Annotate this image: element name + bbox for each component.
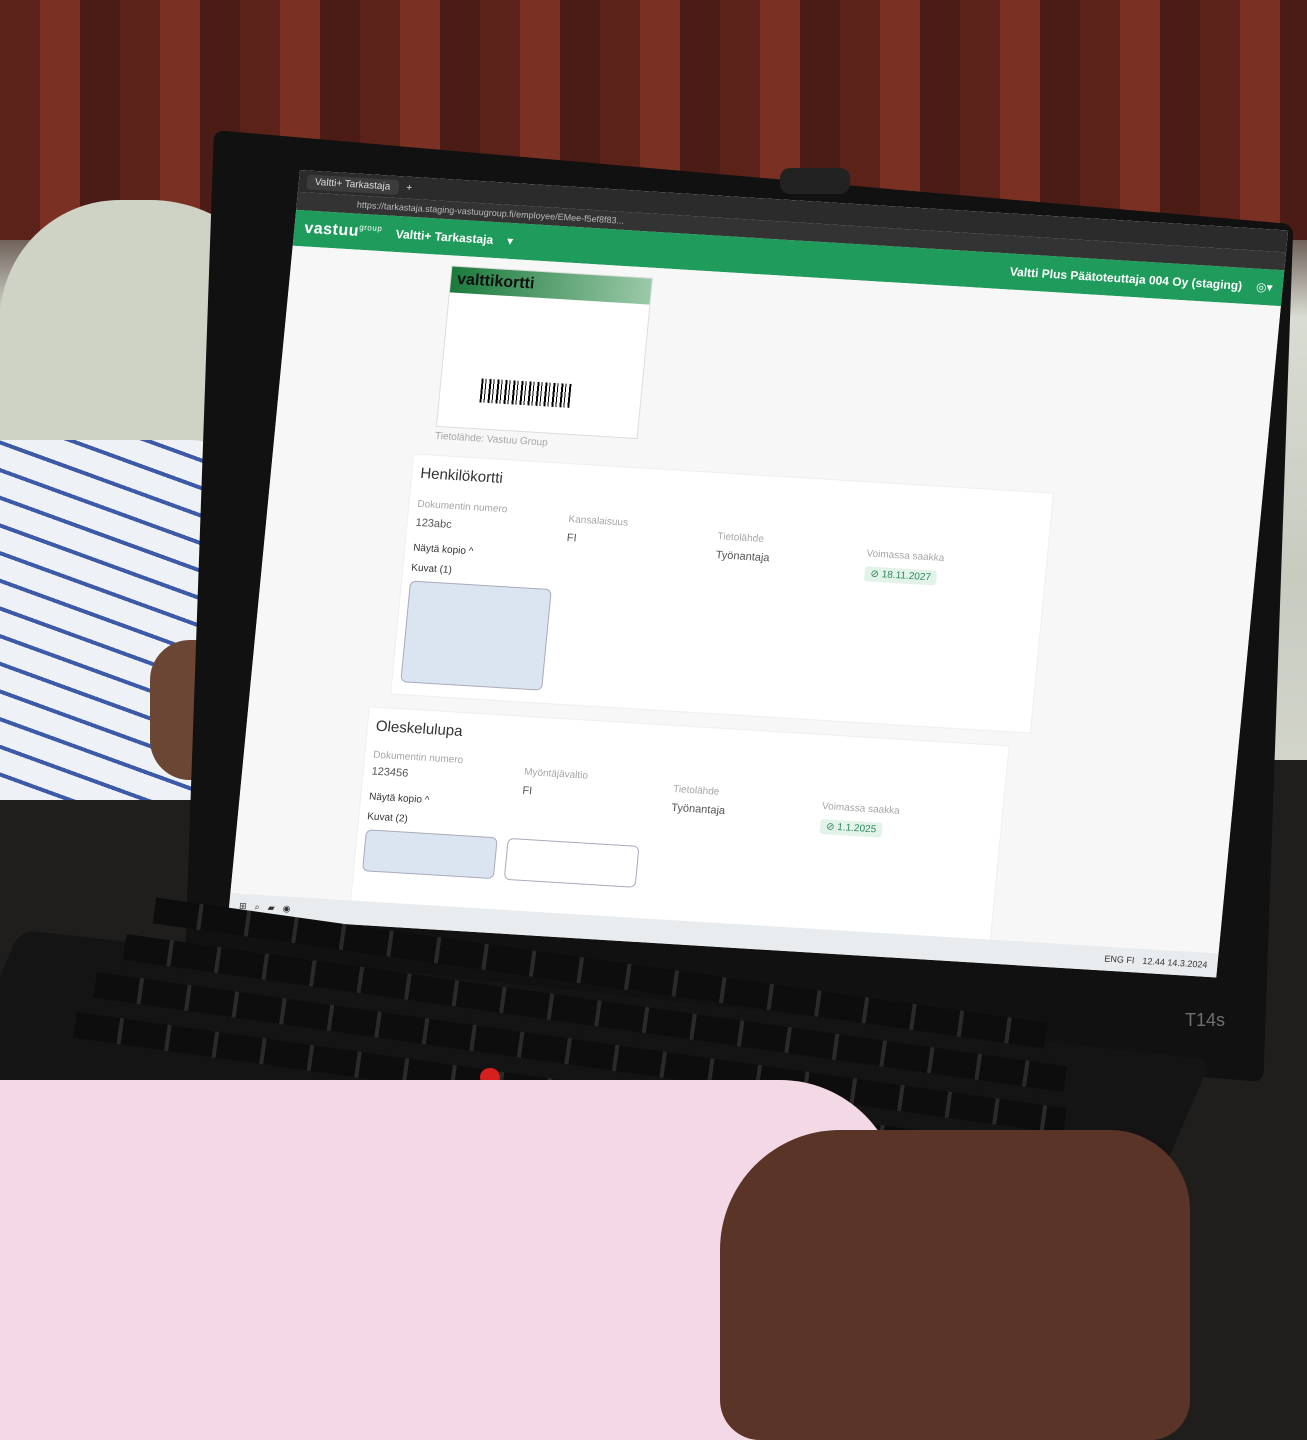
- valttikortti-source: Tietolähde: Vastuu Group: [434, 430, 549, 449]
- authority-label: Myöntäjävaltio: [523, 766, 589, 782]
- clock-date: 14.3.2024: [1166, 957, 1208, 970]
- brand-name: vastuu: [303, 219, 360, 240]
- henkilokortti-panel: Henkilökortti Dokumentin numero 123abc K…: [390, 453, 1055, 734]
- images-label: Kuvat (2): [366, 811, 409, 825]
- valid-date: 1.1.2025: [836, 822, 877, 836]
- laptop-model-label: T14s: [1185, 1010, 1226, 1030]
- nationality-value: FI: [566, 531, 578, 545]
- show-copy-toggle[interactable]: Näytä kopio ^: [413, 543, 474, 558]
- laptop-screen: Valtti+ Tarkastaja + https://tarkastaja.…: [228, 170, 1289, 978]
- id-card-image[interactable]: [400, 580, 552, 691]
- main-content: valttikortti Tietolähde: Vastuu Group He…: [230, 245, 1281, 954]
- images-label: Kuvat (1): [410, 562, 453, 576]
- source-value: Työnantaja: [715, 549, 771, 565]
- new-tab-icon[interactable]: +: [406, 182, 413, 193]
- system-tray: ENG FI 12.44 14.3.2024: [1104, 954, 1218, 971]
- valid-badge: ⊘ 1.1.2025: [819, 819, 883, 838]
- browser-tab[interactable]: Valtti+ Tarkastaja: [306, 173, 399, 195]
- residence-permit-image-1[interactable]: [362, 829, 498, 880]
- language-code: ENG: [1103, 953, 1125, 965]
- barcode: [479, 378, 572, 408]
- brand-suffix: group: [358, 222, 383, 233]
- doc-number-label: Dokumentin numero: [416, 498, 508, 516]
- doc-number-label: Dokumentin numero: [372, 749, 464, 767]
- photo-scene: Valtti+ Tarkastaja + https://tarkastaja.…: [0, 0, 1307, 1440]
- file-explorer-icon[interactable]: ▰: [267, 902, 275, 913]
- residence-permit-image-2[interactable]: [503, 837, 640, 888]
- henkilokortti-title: Henkilökortti: [419, 464, 504, 487]
- valttikortti-card: valttikortti: [435, 265, 654, 440]
- oleskelulupa-title: Oleskelulupa: [375, 717, 464, 740]
- doc-number-value: 123456: [371, 765, 409, 780]
- valid-label: Voimassa saakka: [821, 801, 901, 817]
- doc-number-value: 123abc: [415, 516, 453, 531]
- show-copy-toggle[interactable]: Näytä kopio ^: [369, 791, 430, 806]
- webcam: [780, 168, 850, 194]
- person-right-hand: [720, 1130, 1190, 1440]
- language-sub: FI: [1125, 954, 1135, 966]
- app-switcher[interactable]: Valtti+ Tarkastaja: [395, 227, 494, 247]
- brand-logo[interactable]: vastuugroup: [304, 219, 383, 242]
- clock-time: 12.44: [1141, 955, 1166, 968]
- source-label: Tietolähde: [672, 783, 720, 798]
- source-value: Työnantaja: [670, 801, 726, 818]
- valid-label: Voimassa saakka: [865, 548, 945, 565]
- language-indicator[interactable]: ENG FI: [1104, 954, 1135, 966]
- browser-icon[interactable]: ◉: [282, 903, 291, 914]
- authority-value: FI: [521, 784, 533, 798]
- chevron-down-icon[interactable]: ▾: [506, 234, 513, 248]
- valid-badge: ⊘ 18.11.2027: [863, 566, 938, 586]
- organization-selector[interactable]: Valtti Plus Päätoteuttaja 004 Oy (stagin…: [1009, 265, 1243, 293]
- valttikortti-title: valttikortti: [449, 266, 652, 305]
- source-label: Tietolähde: [716, 531, 765, 545]
- user-account-icon[interactable]: ◎▾: [1255, 280, 1273, 295]
- clock[interactable]: 12.44 14.3.2024: [1142, 956, 1208, 970]
- nationality-label: Kansalaisuus: [568, 514, 629, 529]
- valid-date: 18.11.2027: [881, 569, 932, 584]
